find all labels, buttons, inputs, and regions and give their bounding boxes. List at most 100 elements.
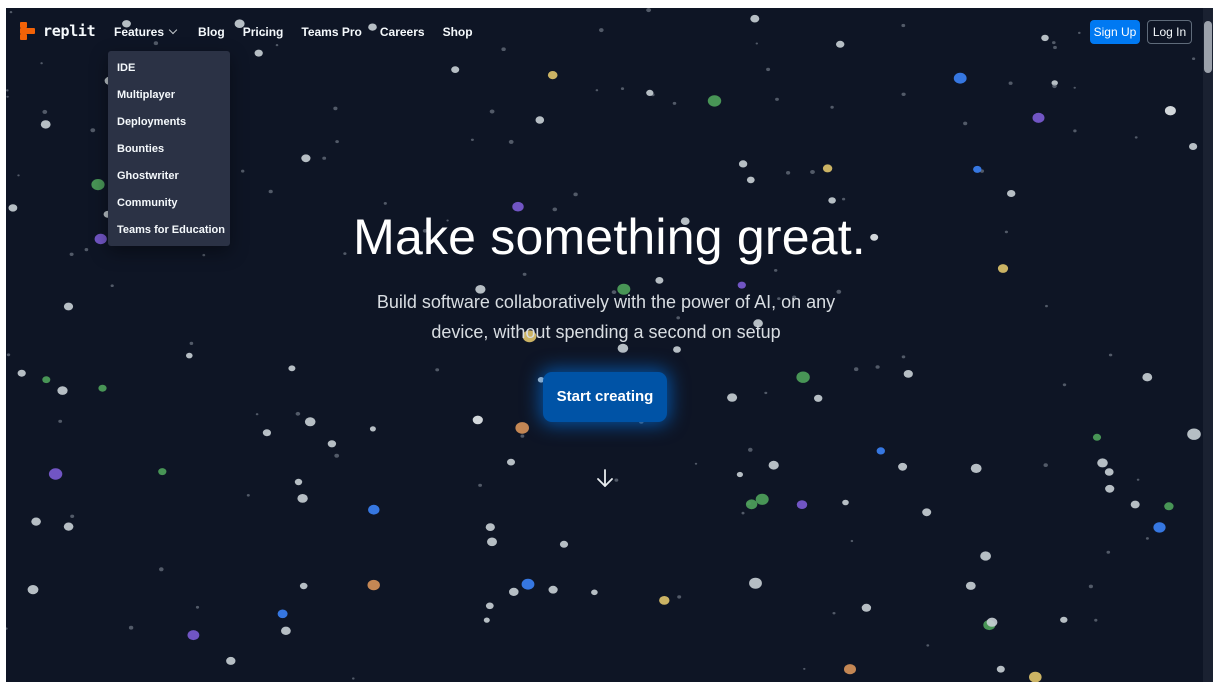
nav-careers[interactable]: Careers bbox=[380, 25, 425, 39]
background-dot bbox=[745, 499, 758, 510]
background-dot bbox=[1043, 463, 1048, 467]
background-dot bbox=[926, 644, 930, 647]
background-dot bbox=[501, 47, 506, 51]
background-dot bbox=[128, 625, 134, 630]
background-dot bbox=[1008, 81, 1013, 85]
background-dot bbox=[42, 376, 51, 384]
background-dot bbox=[573, 192, 578, 197]
background-dot bbox=[63, 522, 74, 531]
background-dot bbox=[898, 462, 908, 471]
background-dot bbox=[186, 352, 193, 359]
background-dot bbox=[922, 508, 932, 517]
background-dot bbox=[485, 602, 494, 610]
background-dot bbox=[189, 341, 194, 345]
background-dot bbox=[17, 174, 20, 177]
background-dot bbox=[748, 447, 753, 452]
background-dot bbox=[1032, 112, 1045, 123]
background-dot bbox=[304, 417, 316, 427]
background-dot bbox=[842, 499, 849, 506]
background-dot bbox=[547, 71, 558, 80]
scrollbar-thumb[interactable] bbox=[1204, 21, 1212, 73]
background-dot bbox=[672, 101, 677, 105]
background-dot bbox=[515, 422, 529, 434]
background-dot bbox=[1130, 500, 1140, 509]
background-dot bbox=[694, 462, 698, 465]
background-dot bbox=[875, 365, 880, 369]
background-dot bbox=[901, 355, 906, 359]
background-dot bbox=[1136, 478, 1140, 481]
background-dot bbox=[507, 458, 515, 466]
nav-pricing[interactable]: Pricing bbox=[243, 25, 284, 39]
background-dot bbox=[6, 95, 9, 98]
background-dot bbox=[1142, 373, 1153, 382]
chevron-down-icon bbox=[168, 25, 178, 35]
background-dot bbox=[281, 626, 291, 635]
arrow-down-icon[interactable] bbox=[595, 468, 615, 490]
background-dot bbox=[63, 302, 74, 311]
background-dot bbox=[1153, 522, 1166, 533]
background-dot bbox=[1145, 537, 1149, 540]
background-dot bbox=[1106, 550, 1111, 554]
background-dot bbox=[508, 139, 514, 144]
background-dot bbox=[980, 551, 991, 561]
background-dot bbox=[736, 471, 744, 478]
replit-logo-icon bbox=[20, 22, 36, 40]
features-item-deployments[interactable]: Deployments bbox=[108, 109, 230, 136]
background-dot bbox=[755, 42, 758, 45]
top-nav: Features Blog Pricing Teams Pro Careers … bbox=[114, 25, 491, 39]
background-dot bbox=[70, 514, 75, 518]
background-dot bbox=[796, 500, 808, 509]
background-dot bbox=[746, 176, 755, 184]
nav-features[interactable]: Features bbox=[114, 25, 178, 39]
brand-name: replit bbox=[43, 22, 96, 40]
background-dot bbox=[832, 612, 836, 615]
background-dot bbox=[485, 523, 495, 531]
background-dot bbox=[548, 585, 558, 594]
background-dot bbox=[369, 426, 376, 432]
background-dot bbox=[1108, 353, 1113, 357]
background-dot bbox=[814, 394, 823, 402]
background-dot bbox=[1045, 304, 1048, 308]
background-dot bbox=[659, 596, 670, 605]
background-dot bbox=[301, 154, 311, 163]
background-dot bbox=[844, 664, 856, 675]
background-dot bbox=[27, 585, 39, 595]
background-dot bbox=[368, 504, 380, 515]
background-dot bbox=[1062, 383, 1067, 387]
background-dot bbox=[830, 105, 834, 109]
sign-up-button[interactable]: Sign Up bbox=[1090, 20, 1140, 44]
background-dot bbox=[727, 393, 738, 402]
background-dot bbox=[288, 365, 296, 372]
background-dot bbox=[153, 41, 159, 46]
features-item-ide[interactable]: IDE bbox=[108, 55, 230, 82]
nav-teams-pro[interactable]: Teams Pro bbox=[301, 25, 361, 39]
background-dot bbox=[786, 171, 791, 175]
background-dot bbox=[295, 411, 301, 416]
scrollbar[interactable] bbox=[1203, 8, 1213, 682]
replit-logo[interactable]: replit bbox=[20, 22, 96, 40]
features-item-bounties[interactable]: Bounties bbox=[108, 136, 230, 163]
features-item-multiplayer[interactable]: Multiplayer bbox=[108, 82, 230, 109]
background-dot bbox=[254, 49, 263, 57]
background-dot bbox=[750, 14, 760, 23]
background-dot bbox=[1097, 458, 1108, 468]
background-dot bbox=[333, 106, 338, 111]
background-dot bbox=[1052, 84, 1057, 89]
start-creating-button[interactable]: Start creating bbox=[543, 372, 667, 422]
nav-blog[interactable]: Blog bbox=[198, 25, 225, 39]
nav-shop[interactable]: Shop bbox=[443, 25, 473, 39]
background-dot bbox=[595, 89, 599, 92]
features-item-ghostwriter[interactable]: Ghostwriter bbox=[108, 163, 230, 190]
log-in-button[interactable]: Log In bbox=[1147, 20, 1192, 44]
background-dot bbox=[6, 89, 9, 92]
background-dot bbox=[775, 97, 779, 101]
background-dot bbox=[90, 128, 96, 133]
background-dot bbox=[277, 609, 288, 619]
background-dot bbox=[850, 539, 854, 543]
background-dot bbox=[986, 617, 998, 627]
background-dot bbox=[1073, 86, 1076, 89]
hero-subtitle: Build software collaboratively with the … bbox=[336, 287, 876, 347]
background-dot bbox=[487, 537, 497, 547]
background-dot bbox=[42, 109, 48, 114]
background-dot bbox=[1094, 618, 1098, 622]
